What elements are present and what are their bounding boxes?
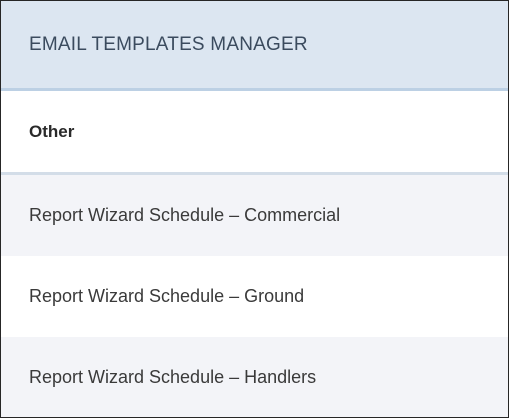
template-item-label: Report Wizard Schedule – Ground xyxy=(29,286,305,306)
template-item-commercial[interactable]: Report Wizard Schedule – Commercial xyxy=(1,175,508,256)
template-item-ground[interactable]: Report Wizard Schedule – Ground xyxy=(1,256,508,337)
panel-title: EMAIL TEMPLATES MANAGER xyxy=(29,33,308,55)
panel-header: EMAIL TEMPLATES MANAGER xyxy=(1,1,508,91)
template-item-label: Report Wizard Schedule – Handlers xyxy=(29,367,317,387)
template-item-label: Report Wizard Schedule – Commercial xyxy=(29,205,341,225)
email-templates-panel: EMAIL TEMPLATES MANAGER Other Report Wiz… xyxy=(0,0,509,418)
template-group-label: Other xyxy=(29,121,75,141)
template-item-handlers[interactable]: Report Wizard Schedule – Handlers xyxy=(1,337,508,417)
template-group-header: Other xyxy=(1,91,508,175)
template-list: Report Wizard Schedule – Commercial Repo… xyxy=(1,175,508,417)
